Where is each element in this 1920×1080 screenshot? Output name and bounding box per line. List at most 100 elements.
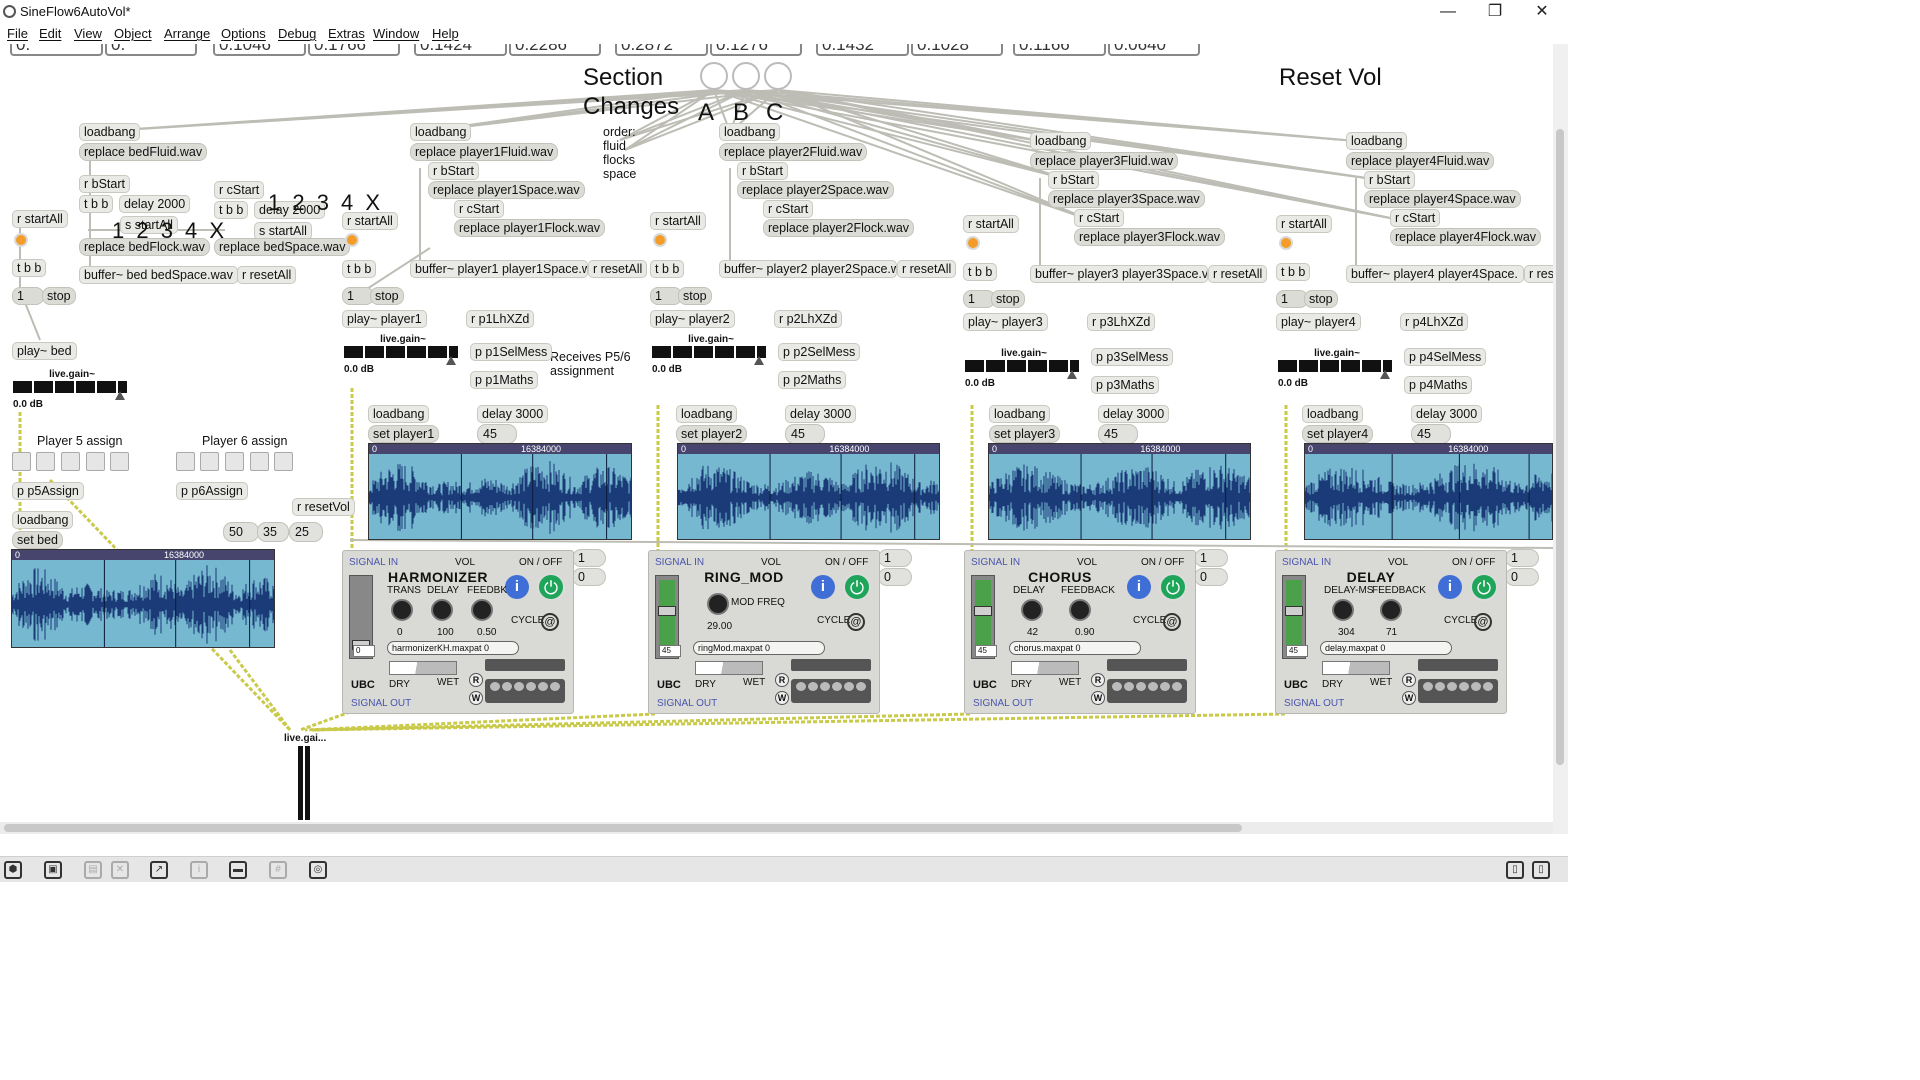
player2-live-gain[interactable]: live.gain~ 0.0 dB (652, 334, 770, 375)
top-number-box[interactable]: 0.1766 (308, 44, 400, 56)
knob-1[interactable] (431, 599, 453, 621)
presentation-icon[interactable]: ▣ (44, 861, 62, 879)
player3-loadbang-2[interactable]: loadbang (989, 405, 1051, 423)
patch-file-menu[interactable]: ringMod.maxpat 0 (693, 641, 825, 655)
player1-play[interactable]: play~ player1 (342, 310, 427, 328)
menu-extras[interactable]: Extras (328, 26, 365, 41)
cycle-icon[interactable]: @ (541, 613, 559, 631)
player1-bang[interactable] (345, 233, 359, 247)
power-icon[interactable]: ⏻ (1470, 573, 1498, 601)
top-number-box[interactable]: 0. (105, 44, 197, 56)
player1-lhxzd[interactable]: r p1LhXZd (466, 310, 535, 328)
player3-buffer[interactable]: buffer~ player3 player3Space.v (1030, 264, 1208, 283)
bed-tbb[interactable]: t b b (79, 195, 114, 213)
player2-loadbang-2[interactable]: loadbang (676, 405, 738, 423)
knob-0[interactable] (391, 599, 413, 621)
top-number-box[interactable]: 0.1046 (213, 44, 306, 56)
player4-bang[interactable] (1279, 236, 1293, 250)
preset-dots[interactable] (791, 679, 871, 703)
player3-msg-stop[interactable]: stop (991, 290, 1025, 308)
info-icon[interactable]: i (505, 575, 529, 599)
player1-replace-flock[interactable]: replace player1Flock.wav (454, 219, 606, 237)
r-button[interactable]: R (1091, 673, 1105, 687)
scroll-thumb[interactable] (1556, 129, 1564, 765)
knob-1[interactable] (1380, 599, 1402, 621)
player2-bang[interactable] (653, 233, 667, 247)
bed-r-cstart[interactable]: r cStart (214, 181, 265, 199)
knob-1[interactable] (1069, 599, 1091, 621)
menu-arrange[interactable]: Arrange (164, 26, 210, 41)
close-button[interactable]: ✕ (1519, 2, 1565, 24)
horizontal-scrollbar[interactable] (0, 822, 1553, 834)
p5-toggle-1[interactable] (12, 452, 31, 471)
player3-r-resetall[interactable]: r resetAll (1208, 264, 1268, 283)
bed-waveform[interactable]: 0 16384000 (11, 549, 275, 648)
bed-bang[interactable] (14, 233, 28, 247)
resetvol-50[interactable]: 50 (223, 522, 259, 542)
player2-replace-space[interactable]: replace player2Space.wav (737, 181, 894, 199)
player2-effect-device[interactable]: SIGNAL IN VOL ON / OFF RING_MOD 45 i ⏻ MOD FREQ… (648, 550, 880, 714)
preset-dots[interactable] (1418, 679, 1498, 703)
patcher-canvas[interactable]: 0. 0. 0.1046 0.1766 0.1424 0.2286 0.2872… (0, 44, 1553, 822)
player1-loadbang[interactable]: loadbang (410, 123, 472, 141)
player3-replace-flock[interactable]: replace player3Flock.wav (1074, 228, 1226, 246)
player3-play[interactable]: play~ player3 (963, 313, 1048, 331)
top-number-box[interactable]: 0.1166 (1013, 44, 1106, 56)
player2-lhxzd[interactable]: r p2LhXZd (774, 310, 843, 328)
slider-handle[interactable] (1285, 606, 1303, 616)
player4-selmess[interactable]: p p4SelMess (1404, 347, 1487, 366)
player1-msg-stop[interactable]: stop (370, 287, 404, 305)
player4-lhxzd[interactable]: r p4LhXZd (1400, 313, 1469, 331)
bed-r-startall[interactable]: r startAll (12, 210, 68, 228)
patch-file-menu[interactable]: harmonizerKH.maxpat 0 (387, 641, 519, 655)
player2-number-45[interactable]: 45 (785, 424, 825, 444)
snap-icon[interactable]: ◎ (309, 861, 327, 879)
player1-r-bstart[interactable]: r bStart (428, 162, 479, 180)
bed-msg-stop[interactable]: stop (42, 287, 76, 305)
player3-toggle-value-1[interactable]: 1 (1194, 549, 1228, 567)
bed-r-resetall[interactable]: r resetAll (237, 266, 297, 284)
player4-number-45[interactable]: 45 (1411, 424, 1451, 444)
section-b-button[interactable] (732, 62, 760, 90)
player3-loadbang[interactable]: loadbang (1030, 132, 1092, 150)
player2-r-cstart[interactable]: r cStart (763, 200, 814, 218)
player4-r-cstart[interactable]: r cStart (1390, 209, 1441, 227)
player2-r-bstart[interactable]: r bStart (737, 162, 788, 180)
player4-tbb[interactable]: t b b (1276, 263, 1311, 281)
player3-r-startall[interactable]: r startAll (963, 215, 1019, 233)
power-icon[interactable]: ⏻ (1159, 573, 1187, 601)
player4-loadbang[interactable]: loadbang (1346, 132, 1408, 150)
grid-icon[interactable]: # (269, 861, 287, 879)
p6-toggle-1[interactable] (176, 452, 195, 471)
gain-handle[interactable] (1067, 369, 1077, 379)
player4-effect-device[interactable]: SIGNAL IN VOL ON / OFF DELAY 45 i ⏻ DELAY-MS 304… (1275, 550, 1507, 714)
player4-buffer[interactable]: buffer~ player4 player4Space. (1346, 264, 1524, 283)
player2-selmess[interactable]: p p2SelMess (778, 343, 861, 361)
menu-file[interactable]: File (7, 26, 28, 41)
inspector-icon[interactable]: ↗ (150, 861, 168, 879)
player3-set[interactable]: set player3 (989, 425, 1061, 443)
top-number-box[interactable]: 0.0640 (1108, 44, 1200, 56)
player1-maths[interactable]: p p1Maths (470, 371, 539, 389)
menu-window[interactable]: Window (373, 26, 419, 41)
p5-toggle-2[interactable] (36, 452, 55, 471)
player4-replace-fluid[interactable]: replace player4Fluid.wav (1346, 152, 1495, 170)
bed-replace-fluid[interactable]: replace bedFluid.wav (79, 143, 208, 161)
player4-replace-flock[interactable]: replace player4Flock.wav (1390, 228, 1542, 246)
player2-r-startall[interactable]: r startAll (650, 212, 706, 230)
player2-replace-flock[interactable]: replace player2Flock.wav (763, 219, 915, 237)
cycle-icon[interactable]: @ (847, 613, 865, 631)
menu-view[interactable]: View (74, 26, 102, 41)
player2-r-resetall[interactable]: r resetAll (897, 260, 957, 278)
vertical-scrollbar[interactable] (1553, 44, 1568, 834)
scroll-thumb[interactable] (4, 824, 1242, 832)
info-icon[interactable]: i (1438, 575, 1462, 599)
player2-toggle-value-1[interactable]: 1 (878, 549, 912, 567)
right-panel-icon[interactable]: ▯ (1532, 861, 1550, 879)
player4-loadbang-2[interactable]: loadbang (1302, 405, 1364, 423)
player2-waveform[interactable]: 0 16384000 (677, 443, 940, 540)
r-button[interactable]: R (469, 673, 483, 687)
slider-handle[interactable] (658, 606, 676, 616)
player3-replace-space[interactable]: replace player3Space.wav (1048, 190, 1205, 208)
preset-dots[interactable] (1107, 679, 1187, 703)
